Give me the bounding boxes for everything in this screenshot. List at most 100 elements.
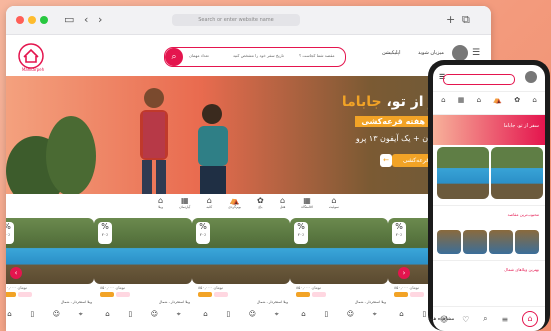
category-label: بوم‌گردی [228, 205, 242, 209]
destination-thumbnail[interactable] [515, 230, 539, 254]
location-pin-icon: ⌖ [274, 310, 279, 318]
view-all-link[interactable]: مشاهده همه [428, 316, 454, 322]
dates-field[interactable]: تاریخ سفر خود را مشخص کنید [233, 53, 284, 58]
phone-header: ☰ [433, 65, 545, 92]
location-pin-icon: ⌖ [176, 310, 181, 318]
listing-card[interactable]: %۲۰٪ ۸۵۰,۰۰۰ تومان ویلا استخردار ، شمال ⌂ ▯ ☺… [94, 218, 192, 326]
door-icon: ▯ [226, 310, 231, 318]
guests-icon: ☺ [52, 310, 61, 318]
become-host-link[interactable]: میزبان شوید [418, 50, 444, 56]
amenity-icons: ⌂ ▯ ☺ ⌖ [96, 310, 190, 319]
listing-card[interactable]: %۲۰٪ ۸۵۰,۰۰۰ تومان ویلا استخردار ، شمال ⌂ ▯ ☺… [290, 218, 388, 326]
back-icon[interactable]: ‹ [84, 14, 88, 26]
arrow-left-icon[interactable]: ← [380, 154, 392, 167]
search-bar[interactable]: ⌕ تعداد مهمان تاریخ سفر خود را مشخص کنید… [164, 47, 346, 67]
guests-field[interactable]: تعداد مهمان [189, 53, 209, 58]
hotel-icon[interactable]: ⌂ [532, 96, 536, 110]
listing-price: ۸۵۰,۰۰۰ تومان [100, 285, 125, 290]
destination-field[interactable]: مقصد شما کجاست ؟ [299, 53, 335, 58]
hero-banner[interactable]: سفر از تو، جاباما هفته قرعه‌کشی سفر رایگ… [6, 76, 491, 194]
list-icon[interactable]: ≡ [502, 315, 509, 324]
category-item[interactable]: ⌂ سوئیت [329, 194, 339, 216]
phone-search-input[interactable] [443, 74, 515, 85]
discount-badge: %۲۰٪ [392, 222, 406, 244]
logo-text: Mahkarpeh [21, 67, 45, 72]
phone-listing-card[interactable] [437, 147, 489, 199]
guests-icon: ☺ [346, 310, 355, 318]
menu-icon[interactable]: ☰ [472, 48, 480, 58]
category-item[interactable]: ⌂ کلبه [206, 194, 212, 216]
sidebar-toggle-icon[interactable]: ▭ [64, 14, 74, 26]
discount-badge: %۲۰٪ [294, 222, 308, 244]
category-label: باغ [258, 205, 263, 209]
address-bar[interactable]: Search or enter website name [172, 14, 300, 26]
amenity-icons: ⌂ ▯ ☺ ⌖ [6, 310, 92, 319]
phone-hero-text: سفر از تو، جاباما [503, 123, 539, 129]
site-header: Mahkarpeh ⌕ تعداد مهمان تاریخ سفر خود را… [6, 35, 491, 78]
listing-card[interactable]: %۲۰٪ ۸۵۰,۰۰۰ تومان ویلا استخردار ، شمال ⌂ ▯ ☺… [192, 218, 290, 326]
category-item[interactable]: ⛺ بوم‌گردی [228, 194, 241, 216]
listing-tag [410, 292, 424, 297]
garden-icon[interactable]: ✿ [514, 96, 520, 110]
phone-screen: ☰ ⌂ ▦ ⌂ ⛺ ✿ ⌂ سفر از تو، جاباما محبوب‌تر… [433, 65, 545, 331]
listing-location: ویلا استخردار ، شمال [60, 300, 92, 304]
villa-icon[interactable]: ⌂ [441, 96, 445, 110]
destination-thumbnail[interactable] [489, 230, 513, 254]
category-icon: ✿ [257, 196, 264, 205]
phone-mockup: ☰ ⌂ ▦ ⌂ ⛺ ✿ ⌂ سفر از تو، جاباما محبوب‌تر… [428, 60, 550, 331]
home-icon[interactable]: ⌂ [522, 311, 539, 327]
carousel-next-button[interactable]: › [398, 267, 410, 279]
category-item[interactable]: ▦ آپارتمان [179, 194, 190, 216]
phone-destinations-row [433, 228, 545, 260]
category-item[interactable]: ▦ اقامتگاه [301, 194, 312, 216]
apartment-icon[interactable]: ▦ [458, 96, 465, 110]
avatar[interactable] [452, 45, 468, 61]
heart-icon[interactable]: ♡ [462, 315, 469, 324]
search-icon[interactable]: ⌕ [165, 48, 183, 66]
search-icon[interactable]: ⌕ [483, 314, 487, 324]
traveler-woman-image [198, 104, 228, 194]
location-pin-icon: ⌖ [372, 310, 377, 318]
destination-thumbnail[interactable] [437, 230, 461, 254]
percent-icon: % [199, 222, 207, 231]
maximize-window-button[interactable] [40, 16, 48, 24]
phone-listing-carousel [433, 145, 545, 205]
phone-category-bar: ⌂ ▦ ⌂ ⛺ ✿ ⌂ [433, 92, 545, 115]
listing-tag [18, 292, 32, 297]
door-icon: ▯ [324, 310, 329, 318]
avatar[interactable] [525, 71, 537, 83]
app-link[interactable]: اپلیکیشن [382, 50, 400, 56]
phone-hero-banner[interactable]: سفر از تو، جاباما [433, 115, 545, 145]
category-item[interactable]: ⌂ ویلا [158, 194, 163, 216]
phone-listing-card[interactable] [491, 147, 543, 199]
carousel-prev-button[interactable]: ‹ [10, 267, 22, 279]
category-label: هتل [279, 205, 286, 209]
close-window-button[interactable] [16, 16, 24, 24]
discount-value: ۲۰٪ [6, 232, 11, 237]
door-icon: ▯ [30, 310, 35, 318]
tabs-overview-icon[interactable]: ⧉ [462, 14, 470, 26]
house-logo-icon[interactable] [18, 43, 44, 69]
listing-tag [214, 292, 228, 297]
category-item[interactable]: ✿ باغ [257, 194, 264, 216]
phone-section: بهترین ویلاهای شمال [433, 260, 545, 283]
category-item[interactable]: ⌂ هتل [280, 194, 286, 216]
category-label: کلبه [206, 205, 213, 209]
category-label: اقامتگاه [301, 205, 313, 209]
traveler-man-image [140, 88, 168, 194]
ecolodge-icon[interactable]: ⛺ [493, 96, 502, 110]
cabin-icon[interactable]: ⌂ [477, 96, 481, 110]
destination-thumbnail[interactable] [463, 230, 487, 254]
minimize-window-button[interactable] [28, 16, 36, 24]
category-label: سوئیت [328, 205, 339, 209]
category-label: ویلا [158, 205, 163, 209]
new-tab-icon[interactable]: + [446, 14, 455, 26]
category-icon: ⌂ [157, 196, 164, 205]
category-icon: ⛺ [229, 196, 240, 205]
category-icon: ⌂ [206, 196, 212, 205]
browser-window: ▭ ‹ › Search or enter website name + ⧉ M… [6, 6, 491, 331]
discount-value: ۲۰٪ [395, 232, 403, 237]
bed-icon: ⌂ [301, 310, 306, 318]
category-icon: ⌂ [279, 196, 286, 205]
forward-icon[interactable]: › [98, 14, 102, 26]
